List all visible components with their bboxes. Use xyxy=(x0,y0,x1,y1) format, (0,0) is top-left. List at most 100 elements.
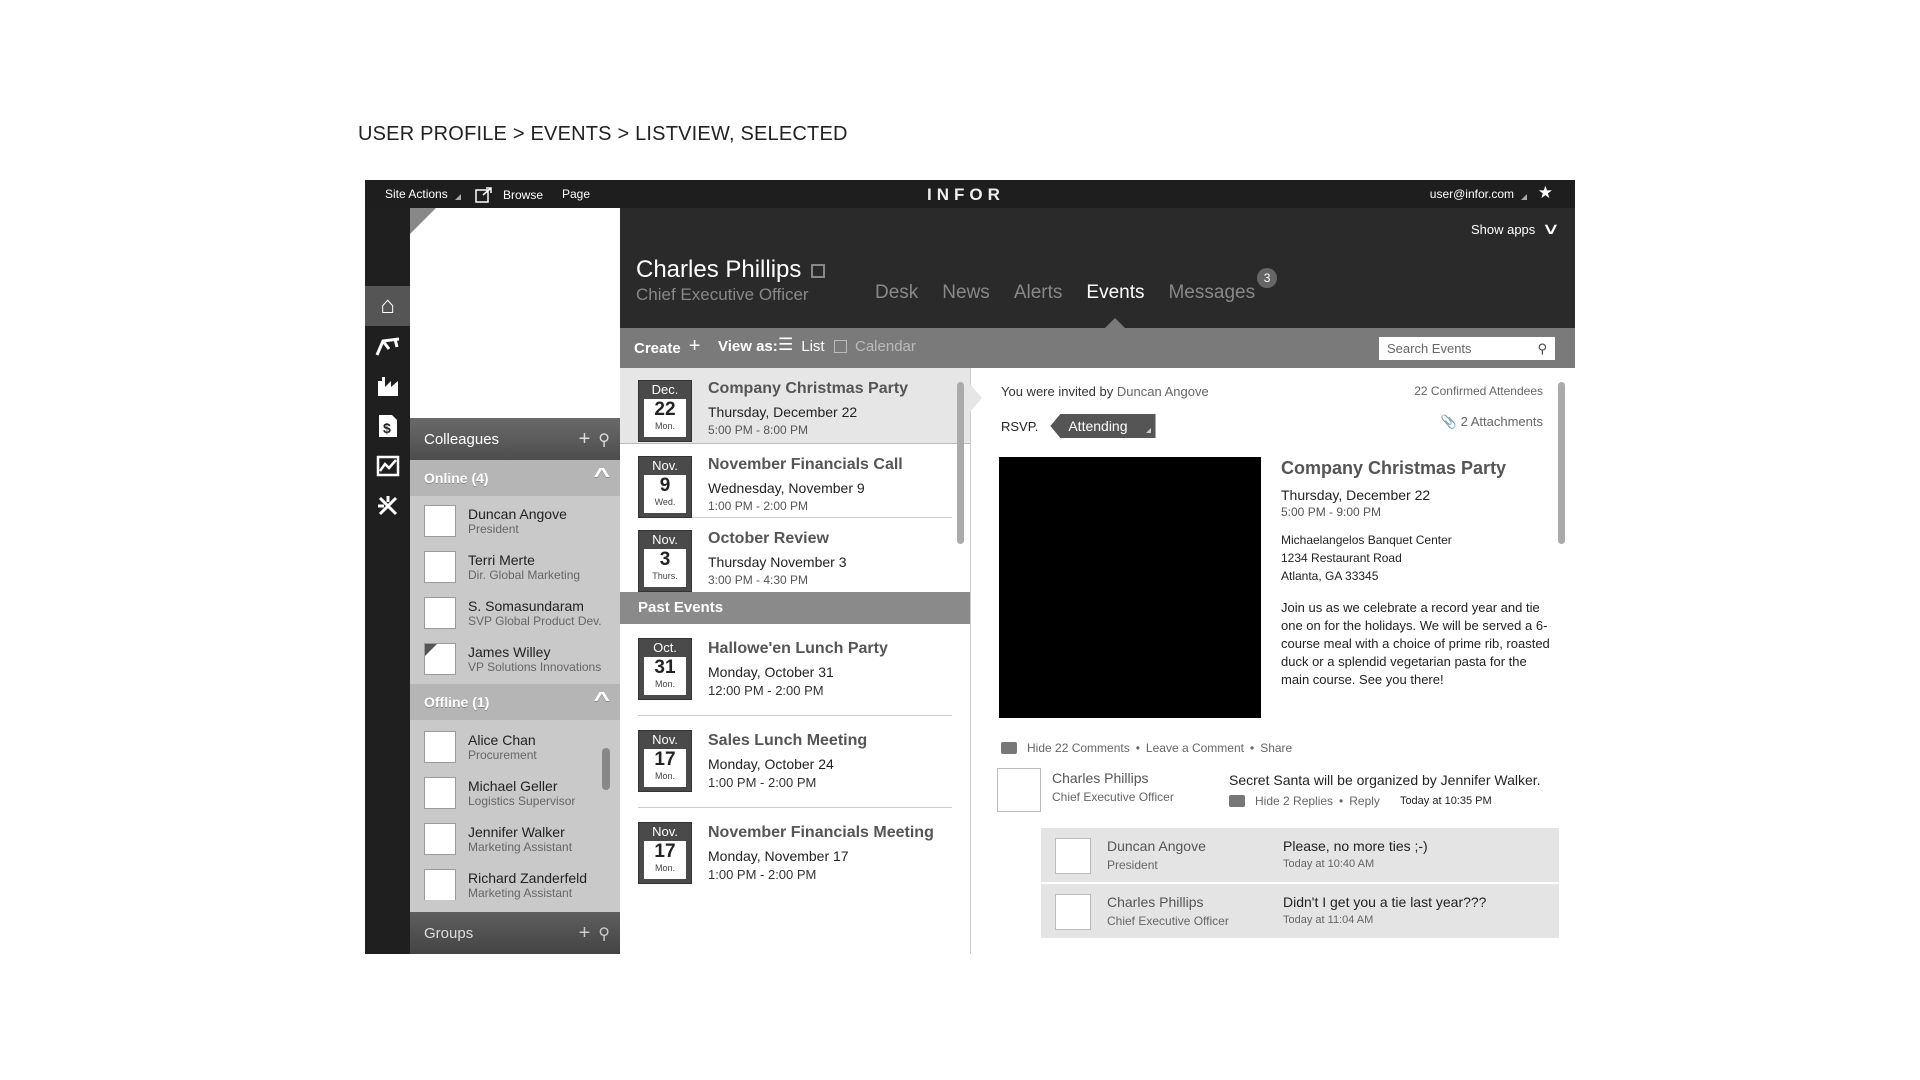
colleague-item[interactable]: Richard Zanderfeld Marketing Assistant xyxy=(410,862,620,900)
list-view-button[interactable]: ☰ List xyxy=(778,335,825,355)
inviter-link[interactable]: Duncan Angove xyxy=(1117,384,1209,399)
colleague-item[interactable]: Terri Merte Dir. Global Marketing xyxy=(410,544,620,590)
search-icon[interactable]: ⚲ xyxy=(1537,341,1547,357)
profile-header: Show apps ∨ Charles Phillips Chief Execut… xyxy=(620,208,1575,328)
events-scrollbar[interactable] xyxy=(957,382,964,544)
offline-group-header[interactable]: Offline (1) ^ xyxy=(410,684,620,720)
colleague-item[interactable]: S. Somasundaram SVP Global Product Dev. xyxy=(410,590,620,636)
browse-button[interactable]: Browse xyxy=(475,187,543,203)
event-item[interactable]: Oct. 31 Mon. Hallowe'en Lunch Party Monday,… xyxy=(638,624,952,716)
favorite-star-icon[interactable]: ★ xyxy=(1538,183,1553,203)
share-link[interactable]: Share xyxy=(1260,741,1292,755)
hide-comments-link[interactable]: Hide 22 Comments xyxy=(1027,741,1130,755)
home-icon[interactable]: ⌂ xyxy=(365,286,410,326)
collapse-icon[interactable]: ^ xyxy=(594,689,610,712)
hide-replies-link[interactable]: Hide 2 Replies xyxy=(1255,794,1333,808)
user-title: Chief Executive Officer xyxy=(636,285,809,304)
event-item[interactable]: Nov. 17 Mon. Sales Lunch Meeting Monday, Oc… xyxy=(638,716,952,808)
tools-icon[interactable] xyxy=(365,486,410,526)
selection-arrow xyxy=(970,384,982,412)
confirmed-attendees-link[interactable]: 22 Confirmed Attendees xyxy=(1414,384,1543,398)
rsvp-dropdown[interactable]: Attending xyxy=(1050,414,1156,438)
user-menu[interactable]: user@infor.com xyxy=(1430,187,1527,201)
past-events-header: Past Events xyxy=(620,592,970,624)
user-name: Charles Phillips xyxy=(636,256,826,284)
colleagues-scrollbar[interactable] xyxy=(602,748,610,790)
app-window: Site Actions Browse Page INFOR user@info… xyxy=(365,180,1575,954)
calendar-date-badge: Nov. 17 Mon. xyxy=(638,822,692,884)
chevron-down-icon: ∨ xyxy=(1541,221,1561,238)
event-description: Join us as we celebrate a record year an… xyxy=(1281,600,1550,687)
create-button[interactable]: Create + xyxy=(634,335,701,358)
avatar xyxy=(424,505,456,537)
tab-desk[interactable]: Desk xyxy=(875,282,918,304)
calendar-date-badge: Oct. 31 Mon. xyxy=(638,638,692,700)
show-apps-button[interactable]: Show apps ∨ xyxy=(1471,219,1561,239)
dropdown-icon xyxy=(1521,194,1527,200)
colleague-item[interactable]: Jennifer Walker Marketing Assistant xyxy=(410,816,620,862)
event-detail-pane: You were invited by Duncan Angove 22 Con… xyxy=(970,368,1575,954)
colleague-item[interactable]: James Willey VP Solutions Innovations xyxy=(410,636,620,682)
avatar xyxy=(424,777,456,809)
browse-icon xyxy=(475,187,492,203)
calendar-icon xyxy=(834,340,847,353)
events-list: Dec. 22 Mon. Company Christmas Party Thursd… xyxy=(620,368,970,954)
finance-icon[interactable]: $ xyxy=(365,406,410,446)
detail-scrollbar[interactable] xyxy=(1558,382,1565,544)
search-group-icon[interactable]: ⚲ xyxy=(598,924,610,945)
add-colleague-icon[interactable]: + xyxy=(579,428,591,451)
search-events-input[interactable]: Search Events ⚲ xyxy=(1379,337,1555,360)
calendar-date-badge: Nov. 17 Mon. xyxy=(638,730,692,792)
edit-icon[interactable] xyxy=(811,263,826,278)
attachments-link[interactable]: 📎 2 Attachments xyxy=(1441,414,1543,430)
avatar xyxy=(424,597,456,629)
page-heading: USER PROFILE > EVENTS > LISTVIEW, SELECT… xyxy=(358,123,848,145)
plus-icon: + xyxy=(688,335,701,357)
search-colleague-icon[interactable]: ⚲ xyxy=(598,430,610,451)
event-item-selected[interactable]: Dec. 22 Mon. Company Christmas Party Thursd… xyxy=(620,368,970,444)
dropdown-icon xyxy=(454,194,461,200)
groups-header[interactable]: Groups + ⚲ xyxy=(410,912,620,954)
avatar xyxy=(1055,894,1091,930)
avatar xyxy=(424,643,456,675)
avatar xyxy=(424,731,456,763)
avatar xyxy=(424,551,456,583)
event-item[interactable]: Nov. 9 Wed. November Financials Call Wednes… xyxy=(638,444,952,518)
left-icon-rail: ⌂ $ xyxy=(365,208,410,954)
crane-icon[interactable] xyxy=(365,326,410,366)
event-info: Company Christmas Party Thursday, Decemb… xyxy=(1281,458,1550,687)
calendar-view-button[interactable]: Calendar xyxy=(834,338,916,355)
chart-icon[interactable] xyxy=(365,446,410,486)
profile-nav: Desk News Alerts Events Messages 3 xyxy=(875,268,1278,328)
paperclip-icon: 📎 xyxy=(1440,414,1457,429)
list-icon: ☰ xyxy=(778,335,794,354)
online-group-header[interactable]: Online (4) ^ xyxy=(410,460,620,496)
event-item[interactable]: Nov. 3 Thurs. October Review Thursday Novem… xyxy=(638,518,952,592)
colleague-item[interactable]: Duncan Angove President xyxy=(410,498,620,544)
reply-link[interactable]: Reply xyxy=(1349,794,1380,808)
tab-alerts[interactable]: Alerts xyxy=(1014,282,1063,304)
factory-icon[interactable] xyxy=(365,366,410,406)
tab-messages[interactable]: Messages 3 xyxy=(1168,268,1278,304)
infor-logo: INFOR xyxy=(927,185,1005,204)
leave-comment-link[interactable]: Leave a Comment xyxy=(1146,741,1244,755)
tab-news[interactable]: News xyxy=(942,282,990,304)
colleagues-header: Colleagues + ⚲ xyxy=(410,418,620,460)
avatar xyxy=(424,869,456,900)
add-group-icon[interactable]: + xyxy=(579,922,591,945)
photo-fold-icon xyxy=(410,208,436,234)
calendar-date-badge: Nov. 3 Thurs. xyxy=(638,530,692,592)
avatar xyxy=(997,768,1041,812)
collapse-icon[interactable]: ^ xyxy=(594,465,610,488)
event-image xyxy=(999,457,1261,718)
comment: Charles Phillips Chief Executive Officer… xyxy=(997,768,1557,828)
tab-events[interactable]: Events xyxy=(1086,282,1144,328)
site-actions-menu[interactable]: Site Actions xyxy=(385,187,461,201)
reply-item: Duncan Angove President Please, no more … xyxy=(1041,828,1559,882)
page-menu[interactable]: Page xyxy=(562,187,590,201)
event-item[interactable]: Nov. 17 Mon. November Financials Meeting Mo… xyxy=(638,808,952,900)
rsvp-control: RSVP. Attending xyxy=(1001,414,1156,438)
colleague-item[interactable]: Michael Geller Logistics Supervisor xyxy=(410,770,620,816)
profile-photo[interactable] xyxy=(410,208,620,418)
colleague-item[interactable]: Alice Chan Procurement xyxy=(410,724,620,770)
